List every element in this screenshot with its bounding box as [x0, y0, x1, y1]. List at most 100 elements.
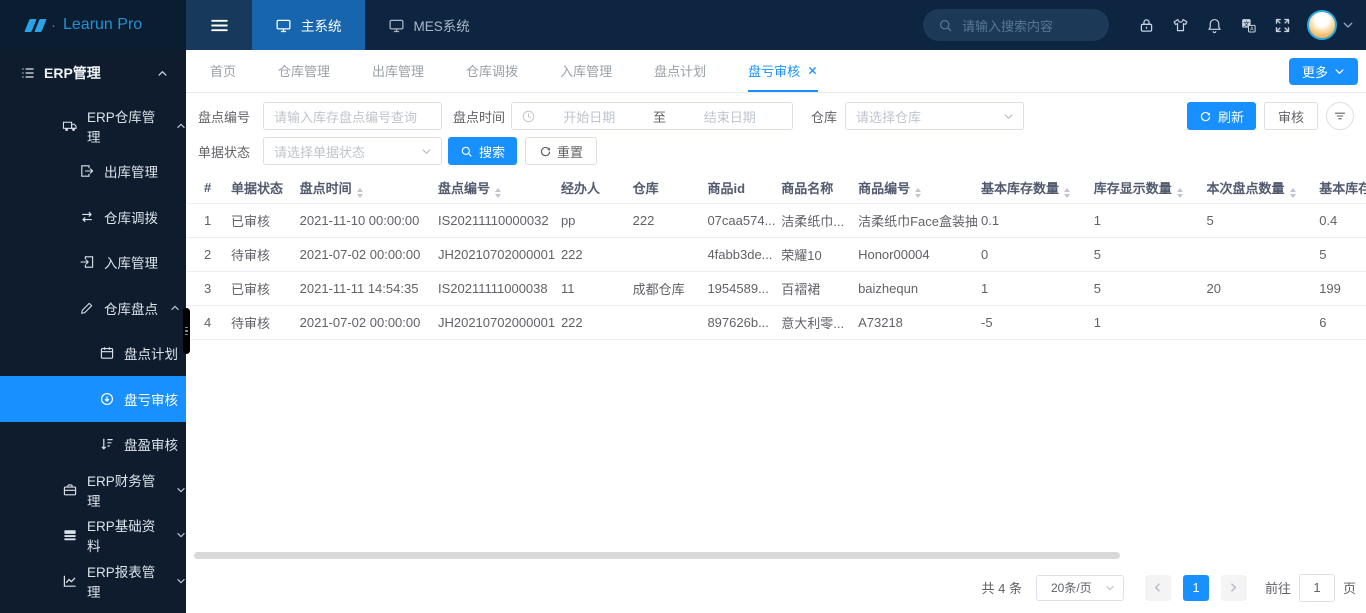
refresh-icon	[1199, 110, 1212, 123]
refresh-button[interactable]: 刷新	[1186, 102, 1256, 130]
search-button[interactable]: 搜索	[448, 137, 518, 165]
column-header[interactable]: 库存显示数量	[1089, 172, 1203, 204]
sidebar-item[interactable]: ERP基础资料	[0, 513, 186, 559]
pencil-icon	[79, 300, 95, 316]
language-icon[interactable]: 文A	[1231, 0, 1265, 50]
column-header[interactable]: 仓库	[628, 172, 704, 204]
page-size-select[interactable]: 20条/页	[1035, 574, 1124, 601]
page-size-value: 20条/页	[1050, 581, 1092, 595]
horizontal-scrollbar-thumb[interactable]	[194, 552, 1120, 559]
column-header[interactable]: 盘点时间	[295, 172, 434, 204]
sidebar-item[interactable]: 仓库调拨	[0, 194, 186, 240]
code-input[interactable]: 请输入库存盘点编号查询	[263, 102, 443, 130]
page-number-button[interactable]: 1	[1182, 574, 1209, 601]
table-cell: IS20211110000032	[433, 203, 557, 238]
logo[interactable]: · Learun Pro	[0, 0, 186, 50]
column-header[interactable]: 本次盘点数量	[1202, 172, 1316, 204]
chevron-down-icon	[1003, 111, 1014, 122]
table-cell	[1202, 237, 1316, 272]
warehouse-select[interactable]: 请选择仓库	[845, 102, 1025, 130]
column-header[interactable]: 单据状态	[226, 172, 296, 204]
tab-close-icon[interactable]	[807, 65, 818, 76]
column-header[interactable]: 盘点编号	[433, 172, 557, 204]
menu-toggle-button[interactable]	[186, 0, 252, 50]
table-cell: 1	[1089, 203, 1203, 238]
sort-icon[interactable]	[1176, 187, 1183, 198]
column-header[interactable]: #	[186, 172, 227, 204]
page-tab[interactable]: 盘点计划	[654, 50, 706, 92]
sidebar-item[interactable]: 盘点计划	[0, 331, 186, 377]
audit-button[interactable]: 审核	[1263, 102, 1318, 130]
pagination-total: 共 4 条	[981, 581, 1022, 596]
table-row[interactable]: 3 已审核 2021-11-11 14:54:35 IS20211111000038 1…	[186, 271, 1366, 306]
sortAmount-icon	[99, 436, 115, 452]
sidebar-module-header[interactable]: ERP管理	[0, 50, 186, 96]
theme-icon[interactable]	[1163, 0, 1197, 50]
avatar[interactable]	[1307, 10, 1337, 40]
table-cell: 待审核	[226, 237, 296, 272]
page-tabbar: 首页 仓库管理 出库管理 仓库调拨 入库管理 盘点计划 盘亏审核 更多	[186, 50, 1366, 93]
system-tab-1[interactable]: MES系统	[365, 0, 493, 50]
table-header-row: # 单据状态 盘点时间 盘点编号 经办人 仓库 商品id 商品名称 商品编号 基本库存数量 库存显示…	[186, 172, 1366, 204]
table-cell: 意大利零...	[777, 305, 855, 340]
goto-page-input[interactable]: 1	[1298, 573, 1335, 602]
sidebar-item[interactable]: 出库管理	[0, 149, 186, 195]
refresh-button-label: 刷新	[1217, 109, 1244, 125]
sidebar-item-label: ERP仓库管理	[87, 109, 156, 145]
chevron-down-icon	[176, 530, 186, 540]
sidebar-item[interactable]: 仓库盘点	[0, 285, 186, 331]
column-header[interactable]: 商品id	[703, 172, 778, 204]
table-row[interactable]: 1 已审核 2021-11-10 00:00:00 IS20211110000032 p…	[186, 203, 1366, 238]
sort-icon[interactable]	[1289, 187, 1296, 198]
page-tab[interactable]: 入库管理	[560, 50, 612, 92]
page-tab[interactable]: 盘亏审核	[748, 50, 819, 92]
column-settings-button[interactable]	[1326, 102, 1354, 130]
table-row[interactable]: 2 待审核 2021-07-02 00:00:00 JH20210702000001 2…	[186, 237, 1366, 272]
column-header[interactable]: 基本库存差	[1315, 172, 1366, 204]
sort-icon[interactable]	[494, 187, 501, 198]
column-header[interactable]: 商品名称	[777, 172, 855, 204]
lock-icon[interactable]	[1129, 0, 1163, 50]
sidebar-item[interactable]: 入库管理	[0, 240, 186, 286]
search-icon	[460, 145, 473, 158]
global-search-input[interactable]: 请输入搜索内容	[923, 9, 1109, 41]
next-page-button[interactable]	[1220, 574, 1247, 601]
prev-page-button[interactable]	[1144, 574, 1171, 601]
sidebar-item[interactable]: 盘盈审核	[0, 422, 186, 468]
sidebar-item[interactable]: ERP财务管理	[0, 467, 186, 513]
data-table: # 单据状态 盘点时间 盘点编号 经办人 仓库 商品id 商品名称 商品编号 基本库存数量 库存显示…	[186, 172, 1366, 340]
column-header[interactable]: 基本库存数量	[977, 172, 1090, 204]
table-cell: 3	[186, 271, 227, 306]
table-cell: 2021-11-11 14:54:35	[295, 271, 434, 306]
sidebar-scrollbar-thumb[interactable]	[183, 308, 190, 354]
user-menu-chevron-icon[interactable]	[1342, 19, 1354, 31]
column-header[interactable]: 商品编号	[854, 172, 978, 204]
sort-icon[interactable]	[915, 187, 922, 198]
sidebar-item[interactable]: ERP报表管理	[0, 558, 186, 604]
sort-icon[interactable]	[356, 187, 363, 198]
table-cell: 20	[1202, 271, 1316, 306]
sidebar-item-label: 入库管理	[104, 256, 158, 272]
sort-icon[interactable]	[1064, 187, 1071, 198]
sidebar-item[interactable]: 盘亏审核	[0, 376, 186, 422]
sidebar-item-label: 盘盈审核	[124, 438, 178, 454]
fullscreen-icon[interactable]	[1265, 0, 1299, 50]
status-select[interactable]: 请选择单据状态	[263, 137, 443, 165]
more-button[interactable]: 更多	[1288, 58, 1358, 85]
page-tab[interactable]: 出库管理	[372, 50, 424, 92]
system-tab-label: 主系统	[301, 19, 342, 34]
table-row[interactable]: 4 待审核 2021-07-02 00:00:00 JH20210702000001 2…	[186, 305, 1366, 340]
page-tab[interactable]: 仓库调拨	[466, 50, 518, 92]
column-header[interactable]: 经办人	[556, 172, 629, 204]
reset-button[interactable]: 重置	[525, 137, 598, 165]
system-tab-0[interactable]: 主系统	[252, 0, 365, 50]
page-tab[interactable]: 仓库管理	[278, 50, 330, 92]
sidebar-item[interactable]: ERP仓库管理	[0, 103, 186, 149]
notifications-icon[interactable]	[1197, 0, 1231, 50]
table-cell: pp	[556, 203, 629, 238]
briefcase-icon	[62, 482, 78, 498]
date-range-picker[interactable]: 开始日期 至 结束日期	[511, 102, 794, 130]
page-tab[interactable]: 首页	[210, 50, 236, 92]
table-cell: 5	[1089, 271, 1203, 306]
audit-button-label: 审核	[1277, 109, 1304, 125]
